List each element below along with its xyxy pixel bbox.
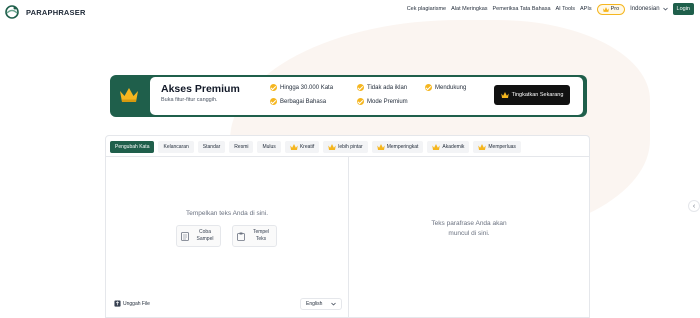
input-placeholder: Tempelkan teks Anda di sini. [185,210,269,217]
upload-label: Unggah File [123,300,150,307]
feature-label: Tidak ada iklan [367,84,408,91]
feature-item: Mode Premium [357,98,408,105]
chevron-down-icon [331,302,336,306]
upgrade-button[interactable]: Tingkatkan Sekarang [494,85,570,105]
language-dropdown[interactable]: English [300,298,342,310]
language-label: Indonesian [630,6,660,12]
feature-label: Berbagai Bahasa [280,98,327,105]
language-dropdown-value: English [306,301,323,307]
premium-title: Akses Premium [161,83,240,95]
brand-name: PARAPHRASER [26,7,86,17]
nav-link-grammar[interactable]: Pemeriksa Tata Bahasa [493,6,551,12]
premium-card: Akses Premium Buka fitur-fitur canggih. … [150,77,583,115]
premium-subtitle: Buka fitur-fitur canggih. [161,97,218,103]
pro-label: Pro [610,6,620,12]
check-icon [425,84,432,91]
feature-label: Mode Premium [367,98,408,105]
upgrade-label: Tingkatkan Sekarang [511,92,564,98]
crown-icon [376,144,385,150]
paraphrase-editor: Pengubah Kata Kelancaran Standar Resmi M… [105,135,590,318]
upload-icon [114,300,121,307]
paste-text-label: Tempel Teks [252,229,270,242]
crown-icon [120,88,138,102]
logo-mark-icon [5,5,19,19]
language-selector[interactable]: Indonesian [630,6,668,12]
chevron-down-icon [662,7,668,11]
output-placeholder: Teks parafrase Anda akan muncul di sini. [431,220,507,237]
crown-icon [478,144,487,150]
crown-icon [602,6,609,12]
feature-item: Tidak ada iklan [357,84,407,91]
tab-kelancaran[interactable]: Kelancaran [158,141,194,153]
mode-tabs: Pengubah Kata Kelancaran Standar Resmi M… [110,140,521,154]
chevron-left-icon: ‹ [692,202,696,210]
login-button[interactable]: Login [672,3,694,15]
check-icon [270,98,277,105]
document-icon [181,231,189,241]
upload-file-button[interactable]: Unggah File [114,300,150,307]
feature-label: Hingga 30.000 Kata [280,84,334,91]
feature-item: Mendukung [425,84,466,91]
tab-kreatif[interactable]: Kreatif [284,141,320,153]
check-icon [270,84,277,91]
top-header: PARAPHRASER Cek plagiarisme Alat Meringk… [0,0,700,22]
tab-pengubah-kata[interactable]: Pengubah Kata [110,141,155,153]
logo[interactable]: PARAPHRASER [4,4,86,20]
try-sample-button[interactable]: Coba Sampel [176,225,221,247]
nav-link-plagiarism[interactable]: Cek plagiarisme [407,6,446,12]
check-icon [357,98,364,105]
feature-label: Mendukung [435,84,467,91]
paste-text-button[interactable]: Tempel Teks [232,225,277,247]
crown-icon [328,144,337,150]
tab-lebih-pintar[interactable]: lebih pintar [323,141,368,153]
nav-link-ai-tools[interactable]: AI Tools [556,6,575,12]
crown-icon [500,92,509,98]
input-pane[interactable]: Tempelkan teks Anda di sini. Coba Sampel… [106,157,348,318]
tab-akademik[interactable]: Akademik [427,141,470,153]
nav-link-summarizer[interactable]: Alat Meringkas [451,6,487,12]
collapse-arrow-button[interactable]: ‹ [688,200,700,212]
tab-mulus[interactable]: Mulus [257,141,281,153]
crown-icon [290,144,298,150]
tab-standar[interactable]: Standar [197,141,226,153]
nav-link-apis[interactable]: APIs [580,6,592,12]
feature-item: Hingga 30.000 Kata [270,84,333,91]
tab-memperluas[interactable]: Memperluas [473,141,521,153]
main-nav: Cek plagiarisme Alat Meringkas Pemeriksa… [407,3,694,15]
tab-memperingkat[interactable]: Memperingkat [371,141,424,153]
pro-button[interactable]: Pro [596,3,626,15]
crown-icon [432,144,441,150]
check-icon [357,84,364,91]
feature-item: Berbagai Bahasa [270,98,326,105]
tab-resmi[interactable]: Resmi [229,141,254,153]
premium-banner: Akses Premium Buka fitur-fitur canggih. … [110,75,587,117]
output-pane: Teks parafrase Anda akan muncul di sini. [349,157,589,318]
try-sample-label: Coba Sampel [196,229,214,242]
clipboard-icon [237,232,245,241]
